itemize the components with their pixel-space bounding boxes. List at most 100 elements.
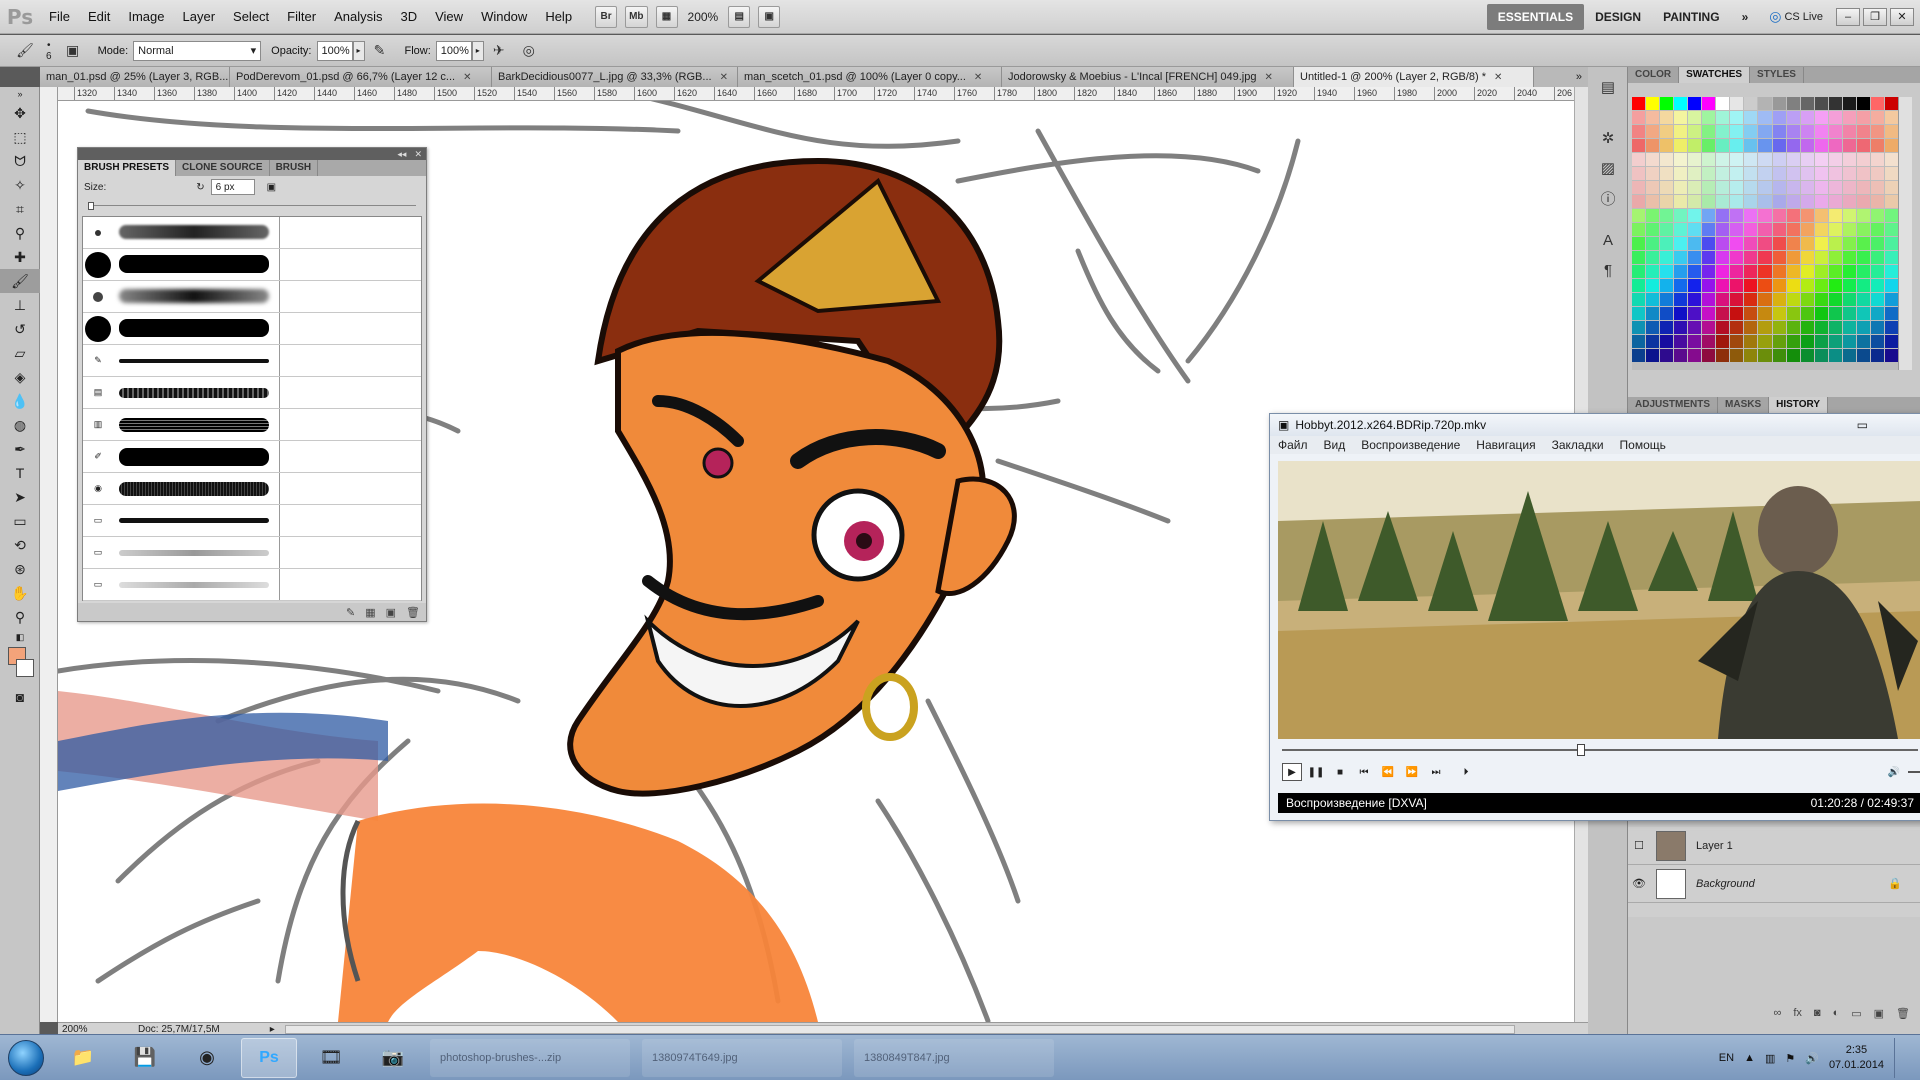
slider-handle[interactable] bbox=[88, 202, 94, 210]
color-swatch[interactable] bbox=[1744, 167, 1758, 180]
color-swatch[interactable] bbox=[1842, 223, 1856, 236]
color-swatch[interactable] bbox=[1828, 251, 1842, 264]
3d-orbit-tool-icon[interactable]: ⊛ bbox=[0, 557, 40, 581]
clone-stamp-tool-icon[interactable]: ⊥ bbox=[0, 293, 40, 317]
trash-icon[interactable]: 🗑 bbox=[406, 606, 420, 619]
new-layer-icon[interactable]: ▣ bbox=[1874, 1007, 1884, 1027]
brush-preset[interactable]: ▭ bbox=[83, 569, 421, 601]
color-swatch[interactable] bbox=[1870, 279, 1884, 292]
color-swatch[interactable] bbox=[1786, 307, 1800, 320]
color-swatch[interactable] bbox=[1772, 111, 1786, 124]
color-swatch[interactable] bbox=[1842, 209, 1856, 222]
language-indicator[interactable]: EN bbox=[1719, 1052, 1734, 1064]
color-swatch[interactable] bbox=[1744, 349, 1758, 362]
color-swatch[interactable] bbox=[1870, 153, 1884, 166]
color-swatch[interactable] bbox=[1646, 265, 1660, 278]
brush-preset[interactable] bbox=[83, 249, 421, 281]
color-swatch[interactable] bbox=[1772, 251, 1786, 264]
color-swatch[interactable] bbox=[1646, 97, 1660, 110]
color-swatch[interactable] bbox=[1814, 153, 1828, 166]
color-swatch[interactable] bbox=[1786, 223, 1800, 236]
color-swatch[interactable] bbox=[1744, 139, 1758, 152]
color-swatch[interactable] bbox=[1660, 237, 1674, 250]
color-swatch[interactable] bbox=[1828, 153, 1842, 166]
minimize-button[interactable]: ▭ bbox=[1857, 418, 1868, 432]
tab-swatches[interactable]: SWATCHES bbox=[1679, 67, 1751, 83]
color-swatch[interactable] bbox=[1660, 167, 1674, 180]
color-swatch[interactable] bbox=[1688, 237, 1702, 250]
color-swatch[interactable] bbox=[1786, 251, 1800, 264]
color-swatch[interactable] bbox=[1758, 195, 1772, 208]
color-swatch[interactable] bbox=[1870, 251, 1884, 264]
workspace-more-button[interactable]: » bbox=[1731, 4, 1760, 30]
tab-bark[interactable]: BarkDecidious0077_L.jpg @ 33,3% (RGB... ✕ bbox=[492, 67, 738, 87]
menu-edit[interactable]: Edit bbox=[79, 0, 119, 34]
blur-tool-icon[interactable]: 💧 bbox=[0, 389, 40, 413]
color-swatch[interactable] bbox=[1814, 223, 1828, 236]
color-swatch[interactable] bbox=[1730, 223, 1744, 236]
screen-mode-button[interactable]: ▣ bbox=[758, 5, 781, 28]
close-icon[interactable]: ✕ bbox=[463, 72, 471, 83]
color-swatch[interactable] bbox=[1674, 181, 1688, 194]
color-swatch[interactable] bbox=[1772, 335, 1786, 348]
color-swatch[interactable] bbox=[1870, 237, 1884, 250]
move-tool-icon[interactable]: ✥ bbox=[0, 101, 40, 125]
stop-button[interactable]: ■ bbox=[1330, 763, 1350, 781]
color-swatch[interactable] bbox=[1702, 349, 1716, 362]
tab-brush-presets[interactable]: BRUSH PRESETS bbox=[78, 160, 177, 176]
color-swatch[interactable] bbox=[1632, 251, 1646, 264]
color-swatch[interactable] bbox=[1702, 265, 1716, 278]
color-swatch[interactable] bbox=[1772, 167, 1786, 180]
color-swatch[interactable] bbox=[1646, 111, 1660, 124]
color-swatch[interactable] bbox=[1814, 321, 1828, 334]
color-swatch[interactable] bbox=[1884, 321, 1898, 334]
tab-adjustments[interactable]: ADJUSTMENTS bbox=[1628, 397, 1719, 413]
eraser-tool-icon[interactable]: ▱ bbox=[0, 341, 40, 365]
color-swatch[interactable] bbox=[1730, 153, 1744, 166]
color-swatch[interactable] bbox=[1828, 279, 1842, 292]
color-swatch[interactable] bbox=[1870, 223, 1884, 236]
color-swatch[interactable] bbox=[1730, 111, 1744, 124]
color-swatch[interactable] bbox=[1758, 111, 1772, 124]
color-swatch[interactable] bbox=[1716, 125, 1730, 138]
color-swatch[interactable] bbox=[1758, 153, 1772, 166]
color-swatch[interactable] bbox=[1884, 223, 1898, 236]
color-swatch[interactable] bbox=[1856, 139, 1870, 152]
color-swatch[interactable] bbox=[1702, 335, 1716, 348]
size-input[interactable]: 6 px bbox=[210, 179, 255, 195]
color-swatch[interactable] bbox=[1814, 139, 1828, 152]
color-swatch[interactable] bbox=[1744, 111, 1758, 124]
color-swatch[interactable] bbox=[1772, 321, 1786, 334]
color-swatch[interactable] bbox=[1674, 153, 1688, 166]
color-swatch[interactable] bbox=[1884, 97, 1898, 110]
color-swatch[interactable] bbox=[1646, 139, 1660, 152]
brush-preset[interactable] bbox=[83, 313, 421, 345]
taskbar-window[interactable]: photoshop-brushes-...zip bbox=[430, 1038, 630, 1077]
color-swatch[interactable] bbox=[1814, 349, 1828, 362]
color-swatch[interactable] bbox=[1884, 125, 1898, 138]
color-swatch[interactable] bbox=[1646, 335, 1660, 348]
color-swatch[interactable] bbox=[1884, 293, 1898, 306]
color-swatch[interactable] bbox=[1674, 265, 1688, 278]
pressure-opacity-icon[interactable]: ✎ bbox=[369, 40, 391, 62]
color-swatch[interactable] bbox=[1870, 335, 1884, 348]
tab-clone-source[interactable]: CLONE SOURCE bbox=[176, 160, 270, 176]
close-icon[interactable]: ✕ bbox=[720, 72, 728, 83]
color-swatch[interactable] bbox=[1702, 181, 1716, 194]
color-swatch[interactable] bbox=[1814, 125, 1828, 138]
save-disk-icon[interactable]: 💾 bbox=[117, 1038, 173, 1078]
color-swatch[interactable] bbox=[1660, 125, 1674, 138]
color-swatch[interactable] bbox=[1884, 251, 1898, 264]
color-swatch[interactable] bbox=[1688, 335, 1702, 348]
color-swatch[interactable] bbox=[1856, 195, 1870, 208]
color-swatch[interactable] bbox=[1660, 251, 1674, 264]
info-icon[interactable]: ⓘ bbox=[1588, 183, 1628, 213]
pressure-size-icon[interactable]: ◎ bbox=[518, 40, 540, 62]
menu-layer[interactable]: Layer bbox=[174, 0, 225, 34]
color-swatch[interactable] bbox=[1842, 251, 1856, 264]
action-center-icon[interactable]: ⚑ bbox=[1785, 1052, 1795, 1065]
background-color-swatch[interactable] bbox=[16, 659, 34, 677]
clock[interactable]: 2:35 07.01.2014 bbox=[1829, 1043, 1884, 1073]
rectangle-tool-icon[interactable]: ▭ bbox=[0, 509, 40, 533]
collapse-icon[interactable]: ◂◂ bbox=[397, 149, 406, 160]
